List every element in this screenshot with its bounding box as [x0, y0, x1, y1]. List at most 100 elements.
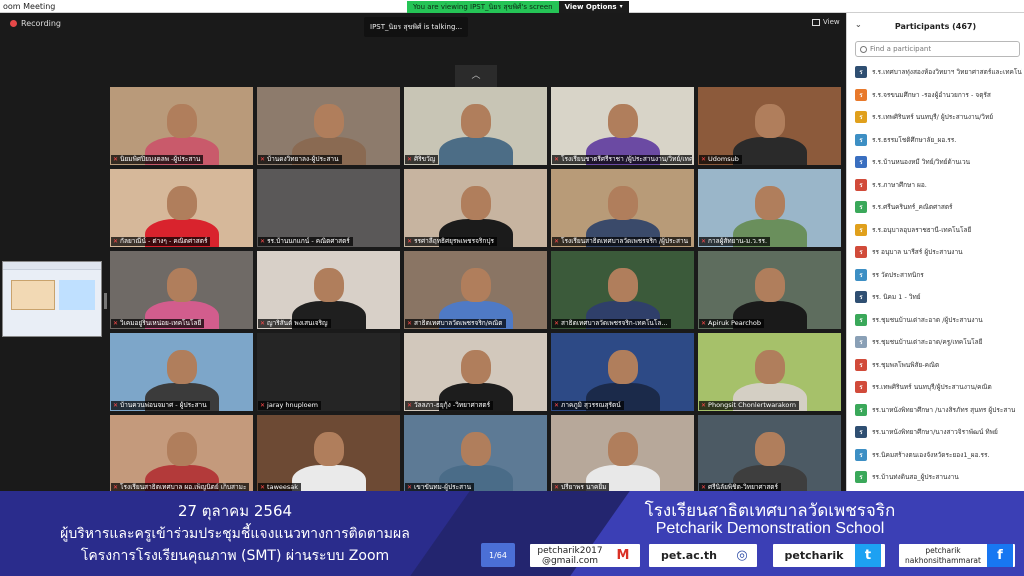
participant-video-tile[interactable]: ✕ นิยมพิศปิยมงคลพ -ผู้ประสาน [110, 87, 253, 165]
gmail-icon: M [616, 548, 630, 563]
participant-video-tile[interactable]: ✕ ศรีนิลัยพิชิต-วิทยาศาสตร์ [698, 415, 841, 493]
participant-video-tile[interactable]: ✕ รร.บ้านนกแกน์ - คณิตศาสตร์ [257, 169, 400, 247]
event-title-line-2: โครงการโรงเรียนคุณภาพ (SMT) ผ่านระบบ Zoo… [80, 548, 390, 564]
participant-list-name: ร.ร.บ้านหนองหมี วิทย์/วิทย์ด้านเวน [872, 158, 971, 167]
participant-face [313, 104, 344, 139]
participant-list-item[interactable]: ร ร.ร.ธรรมโชติศึกษาลัย_ผอ.รร. [847, 129, 1024, 152]
participant-name: วิเคมอยู่รินเหน่อย-เทคโนโลยี [120, 319, 202, 327]
participant-list-item[interactable]: ร ร.ร.เทศบาลทุ่งสองห้องวิทยาฯ วิทยาศาสตร์… [847, 61, 1024, 84]
participant-name-label: ✕ Apiruk Pearchob [699, 319, 765, 328]
zoom-window: oom Meeting You are viewing IPST_นิยร สุ… [0, 0, 1024, 576]
participants-header: ⌄ Participants (467) [847, 13, 1024, 39]
view-options-button[interactable]: View Options ▾ [558, 1, 629, 13]
participant-list-item[interactable]: ร รร. นิคม 1 - วิทย์ [847, 286, 1024, 309]
muted-mic-icon: ✕ [113, 320, 119, 327]
participant-video-tile[interactable]: ✕ กัลยาณีน์ - ต่างๆ - คณิตศาสตร์ [110, 169, 253, 247]
participant-name: บ้านควนพ่อนจมาศ - ผู้ประสาน [120, 401, 207, 409]
participant-face [607, 104, 638, 139]
slide-image [11, 280, 55, 310]
participant-video-tile[interactable]: ✕ taweesak [257, 415, 400, 493]
participant-video-tile[interactable]: ✕ รรศาลีฤทธิศยุรพเพชรจริกปุร [404, 169, 547, 247]
avatar: ร [855, 201, 867, 214]
participant-list-item[interactable]: ร รร วัดประสาทนิกร [847, 264, 1024, 287]
view-button[interactable]: View [812, 18, 840, 26]
participant-list-item[interactable]: ร รร.นาหนังพิทยาศึกษา /นางสิรภัทร สุนทร ผ… [847, 399, 1024, 422]
thumbnail-resize-handle[interactable] [104, 293, 107, 309]
participant-video-tile[interactable]: ✕ สาธิตเทศบาลวัดเพชรจริก-เทคโนโล... [551, 251, 694, 329]
participant-face [754, 268, 785, 303]
participant-name-label: ✕ กาลผู้สัทยาน-ม.ว.รร. [699, 237, 771, 246]
participant-list-item[interactable]: ร ร.ร.อนุบาลอุบลราชธานี-เทคโนโลยี [847, 219, 1024, 242]
participant-video-tile[interactable]: ✕ jaray hnuploem [257, 333, 400, 411]
participant-list-item[interactable]: ร รร.เทพศิรินทร์ นนทบุรี/ผู้ประสานงาน/คณิ… [847, 376, 1024, 399]
participant-video-tile[interactable]: ✕ Udomsub [698, 87, 841, 165]
participant-list-name: รร.ชุมชนบ้านเต่าสะอาด/ครู/เทคโนโลยี [872, 338, 983, 347]
participant-video-tile[interactable]: ✕ วิเคมอยู่รินเหน่อย-เทคโนโลยี [110, 251, 253, 329]
shared-screen-thumbnail[interactable] [2, 261, 102, 337]
avatar: ร [855, 178, 867, 191]
participant-list-item[interactable]: ร ร.ร.บ้านหนองหมี วิทย์/วิทย์ด้านเวน [847, 151, 1024, 174]
window-title: oom Meeting [3, 2, 56, 11]
participant-video-tile[interactable]: ✕ ศิริขวัญ [404, 87, 547, 165]
participant-name-label: ✕ Phongsit Chonlertwarakorn [699, 401, 800, 410]
participant-video-tile[interactable]: ✕ กาลผู้สัทยาน-ม.ว.รร. [698, 169, 841, 247]
participant-list-item[interactable]: ร รร.ชุมชนบ้านเต่าสะอาด /ผู้ประสานงาน [847, 309, 1024, 332]
participant-face [166, 104, 197, 139]
participants-panel: ⌄ Participants (467) ร ร.ร.เทศบาลทุ่งสองห… [846, 13, 1024, 491]
avatar: ร [855, 471, 867, 484]
participant-face [607, 432, 638, 467]
muted-mic-icon: ✕ [701, 238, 707, 245]
participant-search-input[interactable] [870, 45, 1010, 53]
participant-list-item[interactable]: ร ร.ร.ภาษาศึกษา ผอ. [847, 174, 1024, 197]
chevron-down-icon: ▾ [619, 3, 623, 10]
participant-face [607, 350, 638, 385]
email-line-2: @gmail.com [541, 555, 599, 566]
muted-mic-icon: ✕ [554, 238, 560, 245]
participant-list-item[interactable]: ร รร.บ้านท่งดินสอ_ผู้ประสานงาน [847, 466, 1024, 489]
participant-list-item[interactable]: ร รร อนุบาล นารีสร์ ผู้ประสานงาน [847, 241, 1024, 264]
participant-video-tile[interactable]: ✕ ภาคภูมิ สุวรรณสุรัตน์ [551, 333, 694, 411]
participant-list-item[interactable]: ร รร.ชุมพลโพนพิสัย-คณิต [847, 354, 1024, 377]
participant-video-tile[interactable]: ✕ ปรียาพร นาคยิ้ม [551, 415, 694, 493]
participant-list-name: รร วัดประสาทนิกร [872, 270, 924, 279]
participant-list-item[interactable]: ร ร.ร.เทพศิรินทร์ นนทบุรี/ ผู้ประสานงาน/ว… [847, 106, 1024, 129]
participant-video-tile[interactable]: ✕ Apiruk Pearchob [698, 251, 841, 329]
recording-indicator[interactable]: Recording [10, 19, 61, 28]
email-contact: petcharik2017 @gmail.com M [530, 544, 640, 567]
participant-video-tile[interactable]: ✕ โรงเรียนสาธิตเทศบาลวัดเพชรจริก /ผู้ประส… [551, 169, 694, 247]
participant-video-tile[interactable]: ✕ สาธิตเทศบาลวัดเพชรจริก/คณิต [404, 251, 547, 329]
participant-video-tile[interactable]: ✕ บ้านดงวิทยาลง-ผู้ประสาน [257, 87, 400, 165]
participant-video-tile[interactable]: ✕ Phongsit Chonlertwarakorn [698, 333, 841, 411]
gallery-up-button[interactable]: ︿ [455, 65, 497, 87]
school-name-english: Petcharik Demonstration School [655, 520, 885, 537]
collapse-chevron-icon[interactable]: ⌄ [855, 20, 862, 29]
participant-face [166, 350, 197, 385]
participant-video-grid: ✕ นิยมพิศปิยมงคลพ -ผู้ประสาน ✕ บ้านดงวิทยาล… [110, 87, 841, 493]
participant-video-tile[interactable]: ✕ โรงเรียนชาตรีศรีราชา /ผู้ประสานงาน/วิทย… [551, 87, 694, 165]
participant-face [607, 268, 638, 303]
participant-list-item[interactable]: ร รร.ชุมชนบ้านเต่าสะอาด/ครู/เทคโนโลยี [847, 331, 1024, 354]
muted-mic-icon: ✕ [113, 156, 119, 163]
participant-video-tile[interactable]: ✕ ญาริสันต์ พงเสนเจริญ [257, 251, 400, 329]
participant-name-label: ✕ jaray hnuploem [258, 401, 321, 410]
participant-video-tile[interactable]: ✕ โรงเรียนสาธิตเทศบาล ผอ.เพ็ญนิตย์ เก็บสา… [110, 415, 253, 493]
view-options-label: View Options [564, 3, 617, 11]
muted-mic-icon: ✕ [407, 238, 413, 245]
participant-video-tile[interactable]: ✕ เขาขันทม-ผู้ประสาน [404, 415, 547, 493]
participant-video-tile[interactable]: ✕ วัลลภา-ธยุกุ้ง -วิทยาศาสตร์ [404, 333, 547, 411]
participant-list-name: รร.ชุมชนบ้านเต่าสะอาด /ผู้ประสานงาน [872, 315, 983, 324]
participant-video-tile[interactable]: ✕ บ้านควนพ่อนจมาศ - ผู้ประสาน [110, 333, 253, 411]
record-icon [10, 20, 17, 27]
avatar: ร [855, 403, 867, 416]
avatar: ร [855, 358, 867, 371]
avatar: ร [855, 88, 867, 101]
participant-list-item[interactable]: ร รร.นิคมสร้างตนเองจังหวัดระยอง1_ผอ.รร. [847, 444, 1024, 467]
participant-face [313, 432, 344, 467]
participant-name-label: ✕ สาธิตเทศบาลวัดเพชรจริก/คณิต [405, 319, 506, 328]
participant-list-item[interactable]: ร ร.ร.จรขนมศึกษา -รองผู้อำนวยการ - จตุรัส [847, 84, 1024, 107]
participant-name: Udomsub [708, 155, 739, 163]
muted-mic-icon: ✕ [554, 156, 560, 163]
participant-face [460, 268, 491, 303]
participant-list-item[interactable]: ร รร.นาหนังพิทยาศึกษา/นางสาวจิราพัฒน์ ทิพ… [847, 421, 1024, 444]
participant-list-item[interactable]: ร ร.ร.ศรีนครินทร์_คณิตศาสตร์ [847, 196, 1024, 219]
